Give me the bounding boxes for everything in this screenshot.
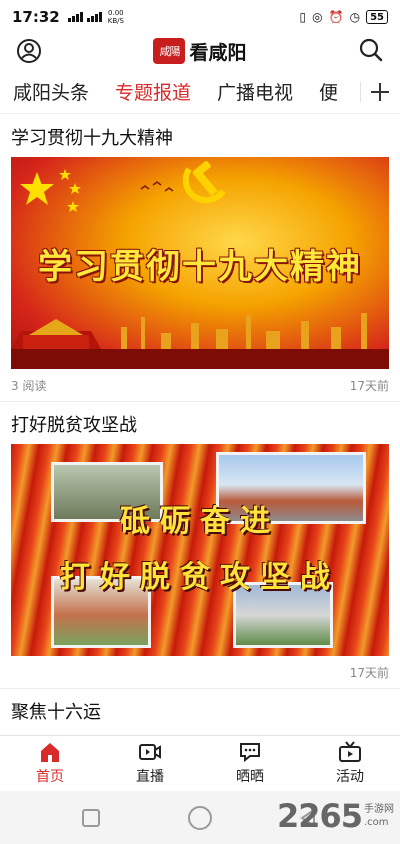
article-meta: 3 阅读 17天前 (11, 369, 389, 401)
article-title: 打好脱贫攻坚战 (11, 415, 137, 436)
network-speed: 0.00 KB/S (108, 9, 124, 25)
vibrate-icon: ▯ (299, 10, 307, 24)
party-emblem-icon (182, 161, 226, 204)
watermark-side: 手游网 .com (364, 803, 394, 829)
location-icon: ◎ (312, 10, 323, 24)
article-image: 砥砺奋进 打好脱贫攻坚战 (11, 444, 389, 656)
plus-icon (371, 83, 389, 101)
tab-convenience[interactable]: 便 (306, 78, 351, 105)
nav-activity[interactable]: 活动 (300, 736, 400, 791)
system-navigation-bar: 2265 手游网 .com (0, 791, 400, 844)
watermark-bottom: .com (364, 817, 389, 828)
category-tabs: 咸阳头条 专题报道 广播电视 便 (0, 70, 400, 114)
article-title: 学习贯彻十九大精神 (11, 128, 173, 149)
clock-icon: ◷ (349, 10, 361, 24)
city-skyline (11, 313, 389, 369)
tab-special-reports[interactable]: 专题报道 (102, 78, 204, 105)
bottom-navigation: 首页 直播 晒晒 活动 (0, 735, 400, 791)
banner-line-1: 砥砺奋进 (120, 504, 280, 539)
video-icon (139, 744, 161, 760)
user-circle-icon[interactable] (16, 38, 42, 64)
article-meta: 17天前 (11, 656, 389, 688)
home-icon (41, 743, 59, 762)
star-icon (20, 172, 54, 205)
logo-seal: 咸陽 (153, 38, 186, 64)
article-image: 学习贯彻十九大精神 (11, 157, 389, 369)
nav-label: 活动 (336, 769, 364, 785)
nav-home[interactable]: 首页 (0, 736, 100, 791)
status-icons: ▯ ◎ ⏰ ◷ 55 (300, 10, 388, 24)
watermark-top: 手游网 (364, 804, 394, 815)
search-icon[interactable] (358, 37, 384, 63)
tab-broadcast-tv[interactable]: 广播电视 (204, 78, 306, 105)
chat-bubble-icon (240, 743, 260, 763)
read-count: 3 阅读 (11, 378, 47, 393)
tv-icon (339, 741, 361, 762)
article-title: 聚焦十六运 (11, 702, 101, 723)
tab-xianyang-headlines[interactable]: 咸阳头条 (0, 78, 102, 105)
publish-time: 17天前 (349, 378, 389, 393)
nav-label: 晒晒 (236, 769, 264, 785)
article-feed: 学习贯彻十九大精神 学习贯彻十九大精神 3 阅读 17天前 打好脱贫攻坚战 砥砺… (0, 115, 400, 735)
network-speed-unit: KB/S (107, 17, 124, 25)
signal-icon (67, 12, 102, 22)
nav-label: 首页 (36, 769, 64, 785)
status-bar: 17:32 0.00 KB/S ▯ ◎ ⏰ ◷ 55 (0, 0, 400, 34)
small-stars (59, 169, 81, 212)
home-button[interactable] (188, 806, 212, 830)
status-time: 17:32 (12, 8, 60, 26)
app-header: 咸陽 看咸阳 (0, 34, 400, 68)
add-tab-button[interactable] (360, 70, 400, 113)
logo-text: 看咸阳 (189, 41, 247, 64)
network-speed-value: 0.00 (108, 9, 124, 17)
article-card[interactable]: 聚焦十六运 (0, 689, 400, 727)
recents-button[interactable] (82, 809, 100, 827)
app-logo: 咸陽 看咸阳 (153, 38, 247, 65)
alarm-icon: ⏰ (328, 10, 344, 24)
banner-line-2: 打好脱贫攻坚战 (60, 560, 340, 595)
watermark-logo: 2265 手游网 .com (277, 797, 394, 835)
nav-share[interactable]: 晒晒 (200, 736, 300, 791)
nav-label: 直播 (136, 769, 164, 785)
publish-time: 17天前 (349, 665, 389, 680)
watermark-number: 2265 (276, 797, 363, 835)
birds-decoration (140, 181, 174, 192)
nav-live[interactable]: 直播 (100, 736, 200, 791)
article-card[interactable]: 打好脱贫攻坚战 砥砺奋进 打好脱贫攻坚战 17天前 (0, 402, 400, 689)
article-card[interactable]: 学习贯彻十九大精神 学习贯彻十九大精神 3 阅读 17天前 (0, 115, 400, 402)
battery-indicator: 55 (366, 10, 388, 24)
banner-headline: 学习贯彻十九大精神 (38, 247, 362, 287)
